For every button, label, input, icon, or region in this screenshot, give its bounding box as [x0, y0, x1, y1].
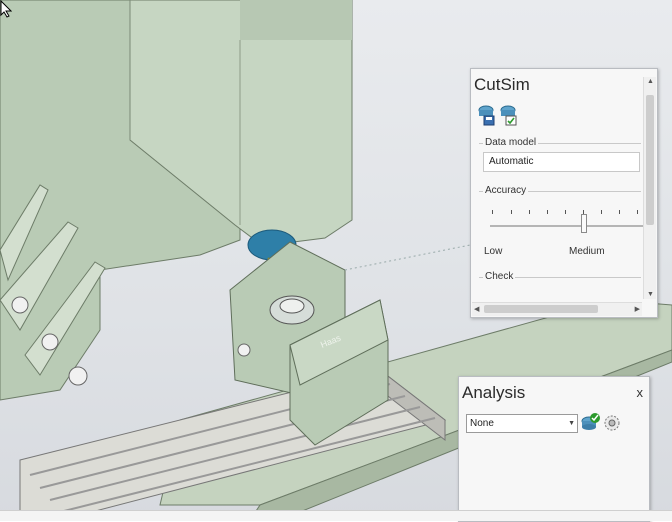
- data-model-field[interactable]: Automatic: [483, 152, 640, 172]
- bolt: [11, 296, 29, 314]
- slider-tick: [619, 210, 620, 214]
- cutsim-vertical-scroll-thumb[interactable]: [646, 95, 654, 225]
- scroll-up-arrow-icon[interactable]: ▲: [647, 78, 654, 85]
- accuracy-slider-thumb[interactable]: [581, 214, 587, 233]
- data-model-group: Data model: [479, 137, 641, 148]
- analysis-type-value: None: [470, 418, 494, 429]
- cutsim-vertical-scrollbar[interactable]: ▲ ▼: [643, 77, 656, 299]
- bolt: [41, 333, 59, 351]
- status-strip: [0, 510, 672, 521]
- accuracy-medium-label: Medium: [569, 246, 605, 257]
- check-group: Check: [479, 271, 641, 282]
- slider-tick: [637, 210, 638, 214]
- analysis-panel: Analysis x None ▼: [458, 376, 650, 522]
- data-model-legend: Data model: [483, 137, 539, 148]
- analysis-close-button[interactable]: x: [637, 385, 644, 400]
- accuracy-group: Accuracy: [479, 185, 641, 196]
- check-legend: Check: [483, 271, 516, 282]
- slider-tick: [492, 210, 493, 214]
- accuracy-legend: Accuracy: [483, 185, 529, 196]
- chevron-down-icon: ▼: [568, 420, 575, 427]
- save-model-icon[interactable]: [477, 104, 495, 126]
- bolt: [237, 343, 251, 357]
- slider-tick: [601, 210, 602, 214]
- slider-tick: [529, 210, 530, 214]
- slider-tick: [547, 210, 548, 214]
- analysis-panel-title: Analysis: [462, 383, 526, 402]
- scroll-right-arrow-icon[interactable]: ▶: [635, 305, 640, 313]
- mouse-cursor-icon: [0, 0, 12, 18]
- verify-model-icon[interactable]: [499, 104, 517, 126]
- cutsim-panel: CutSim x Data model Automatic Accuracy L…: [470, 68, 658, 318]
- analysis-settings-icon[interactable]: [602, 413, 622, 433]
- analysis-type-select[interactable]: None ▼: [466, 414, 578, 433]
- accuracy-slider-track[interactable]: [490, 225, 645, 227]
- bolt: [68, 366, 88, 386]
- scroll-down-arrow-icon[interactable]: ▼: [647, 291, 654, 298]
- run-analysis-icon[interactable]: [580, 412, 600, 434]
- slider-tick: [511, 210, 512, 214]
- accuracy-low-label: Low: [484, 246, 503, 257]
- cutsim-panel-title: CutSim: [474, 75, 530, 94]
- cutsim-horizontal-scroll-thumb[interactable]: [484, 305, 598, 313]
- slider-tick: [565, 210, 566, 214]
- scroll-left-arrow-icon[interactable]: ◀: [474, 305, 479, 313]
- cutsim-horizontal-scrollbar[interactable]: ◀ ▶: [472, 302, 642, 316]
